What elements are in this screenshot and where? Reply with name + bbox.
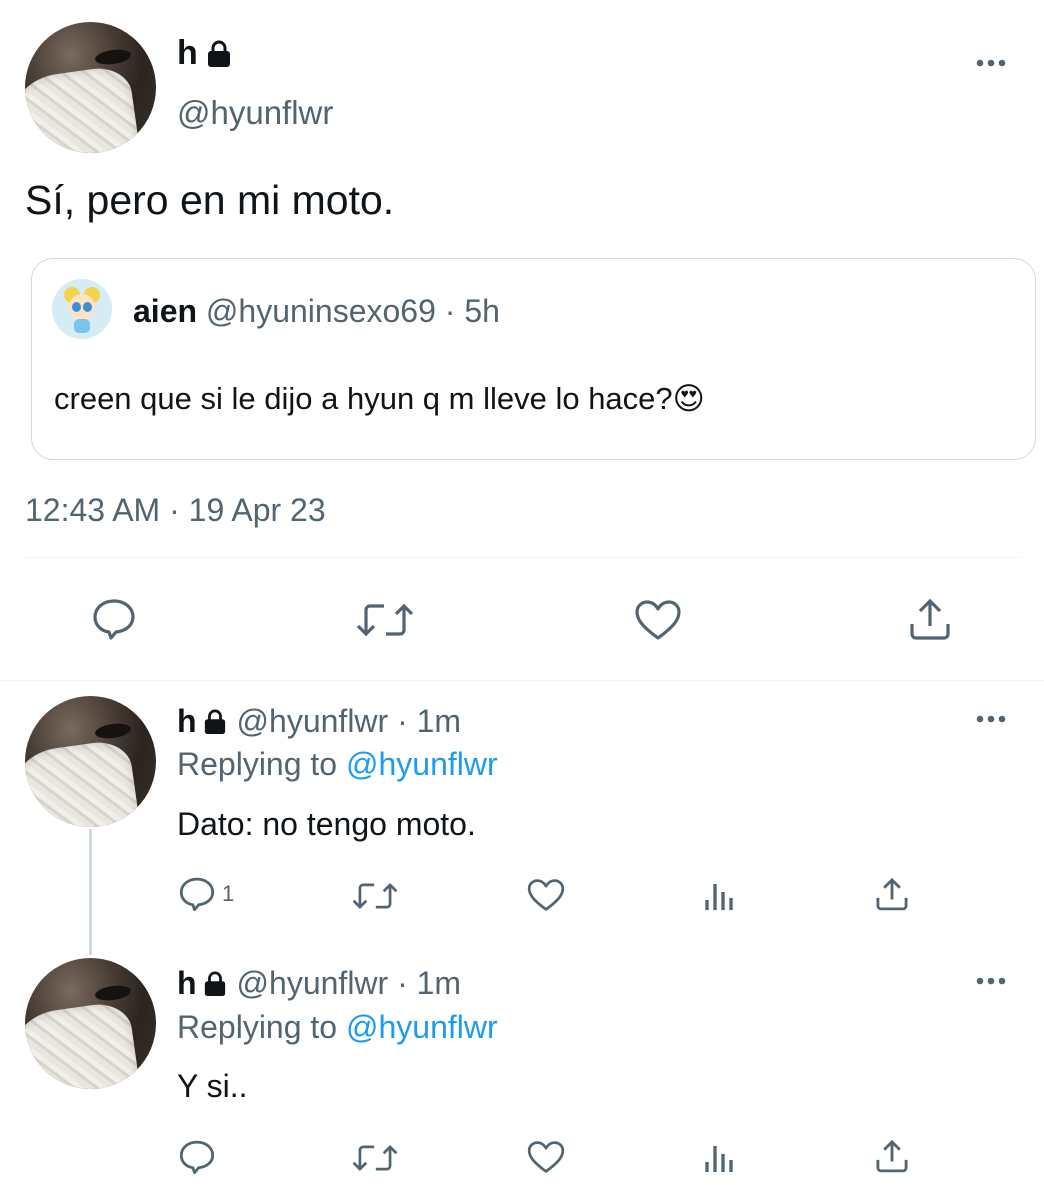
reply-text: Y si..	[177, 1068, 248, 1104]
display-name[interactable]: h	[177, 703, 197, 740]
quoted-display-name[interactable]: aien	[133, 293, 197, 329]
avatar[interactable]	[25, 958, 156, 1089]
quoted-avatar	[52, 279, 112, 339]
reply-icon[interactable]	[178, 1139, 216, 1175]
divider	[25, 557, 1019, 558]
analytics-icon[interactable]	[703, 1140, 737, 1174]
reply-time: · 1m	[388, 703, 462, 739]
handle[interactable]: @hyunflwr	[237, 703, 389, 740]
more-options-icon[interactable]	[975, 57, 1007, 69]
reply-text: Dato: no tengo moto.	[177, 806, 476, 842]
replying-to-label: Replying to	[177, 746, 346, 782]
tweet-text: Sí, pero en mi moto.	[25, 177, 395, 223]
lock-icon	[203, 709, 227, 735]
like-icon[interactable]	[526, 877, 566, 913]
more-options-icon[interactable]	[975, 713, 1007, 725]
replying-to-handle[interactable]: @hyunflwr	[346, 746, 498, 782]
lock-icon	[203, 971, 227, 997]
quoted-text: creen que si le dijo a hyun q m lleve lo…	[54, 381, 673, 416]
thread-line	[89, 829, 92, 955]
analytics-icon[interactable]	[703, 878, 737, 912]
display-name[interactable]: h	[177, 965, 197, 1002]
reply-icon[interactable]	[91, 598, 137, 640]
replying-to-label: Replying to	[177, 1009, 346, 1045]
lock-icon	[206, 40, 232, 68]
retweet-icon[interactable]	[352, 880, 398, 912]
quoted-separator: ·	[435, 293, 465, 329]
handle[interactable]: @hyunflwr	[177, 94, 333, 132]
quoted-time: 5h	[464, 293, 500, 329]
like-icon[interactable]	[633, 598, 683, 642]
avatar[interactable]	[25, 22, 156, 153]
handle[interactable]: @hyunflwr	[237, 965, 389, 1002]
divider	[0, 680, 1044, 681]
like-icon[interactable]	[526, 1139, 566, 1175]
share-icon[interactable]	[907, 596, 953, 642]
timestamp[interactable]: 12:43 AM · 19 Apr 23	[25, 492, 326, 529]
reply-icon[interactable]	[178, 876, 216, 912]
retweet-icon[interactable]	[352, 1142, 398, 1174]
display-name[interactable]: h	[177, 34, 198, 73]
replying-to-handle[interactable]: @hyunflwr	[346, 1009, 498, 1045]
avatar[interactable]	[25, 696, 156, 827]
share-icon[interactable]	[874, 876, 910, 912]
reply-time: · 1m	[388, 965, 462, 1001]
share-icon[interactable]	[874, 1138, 910, 1174]
quoted-handle[interactable]: @hyuninsexo69	[206, 293, 436, 329]
retweet-icon[interactable]	[356, 600, 414, 640]
reply-count: 1	[222, 881, 235, 906]
quoted-tweet-card[interactable]: aien @hyuninsexo69 · 5h creen que si le …	[31, 258, 1036, 460]
heart-eyes-emoji: 😍	[672, 381, 705, 416]
more-options-icon[interactable]	[975, 975, 1007, 987]
